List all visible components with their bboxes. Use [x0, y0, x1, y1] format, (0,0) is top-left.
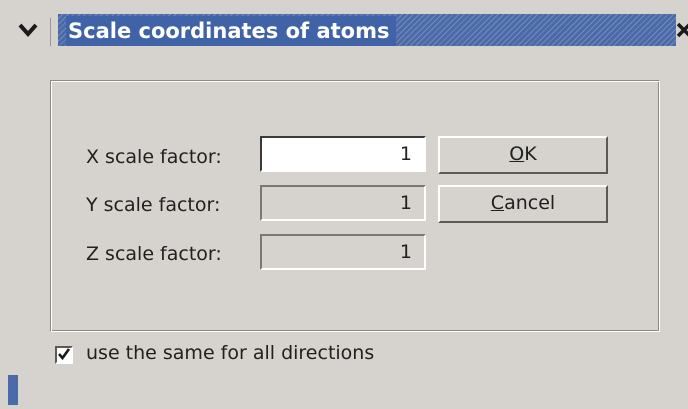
dialog-window: Scale coordinates of atoms X scale facto…: [0, 0, 688, 409]
chevron-down-icon: [17, 22, 39, 42]
ok-label-rest: K: [524, 143, 537, 165]
z-scale-label: Z scale factor:: [86, 243, 222, 265]
same-for-all-checkbox[interactable]: [55, 346, 73, 364]
same-for-all-label[interactable]: use the same for all directions: [86, 342, 374, 364]
y-scale-label: Y scale factor:: [86, 194, 221, 216]
x-scale-label: X scale factor:: [86, 146, 222, 168]
window-title: Scale coordinates of atoms: [66, 16, 396, 46]
window-menu-button[interactable]: [6, 18, 51, 46]
cancel-label-rest: ancel: [504, 192, 556, 214]
z-scale-input[interactable]: 1: [260, 234, 426, 270]
title-bar: Scale coordinates of atoms: [0, 0, 688, 46]
x-scale-input[interactable]: 1: [260, 136, 426, 172]
close-icon: [676, 22, 688, 42]
cancel-button[interactable]: Cancel: [438, 185, 608, 223]
checkmark-icon: [57, 346, 71, 365]
cancel-mnemonic: C: [490, 192, 505, 214]
window-edge: [8, 375, 18, 405]
close-button[interactable]: [676, 18, 688, 46]
ok-button[interactable]: OK: [438, 136, 608, 174]
y-scale-input[interactable]: 1: [260, 185, 426, 221]
ok-mnemonic: O: [509, 143, 525, 165]
